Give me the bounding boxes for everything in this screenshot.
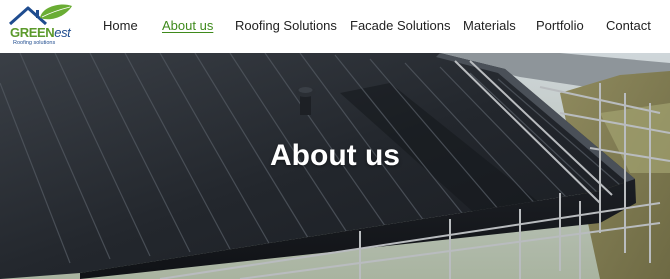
hero-title: About us	[270, 139, 400, 172]
nav-item-about-us[interactable]: About us	[162, 18, 213, 34]
site-header: GREENest Roofing solutions Home About us…	[0, 0, 670, 53]
hero-banner: About us	[0, 53, 670, 279]
nav-item-roofing-solutions[interactable]: Roofing Solutions	[235, 18, 337, 34]
nav-item-contact[interactable]: Contact	[606, 18, 651, 34]
main-nav: Home About us Roofing Solutions Facade S…	[0, 0, 670, 53]
nav-item-facade-solutions[interactable]: Facade Solutions	[350, 18, 450, 34]
nav-item-portfolio[interactable]: Portfolio	[536, 18, 584, 34]
nav-item-home[interactable]: Home	[103, 18, 138, 34]
nav-item-materials[interactable]: Materials	[463, 18, 516, 34]
